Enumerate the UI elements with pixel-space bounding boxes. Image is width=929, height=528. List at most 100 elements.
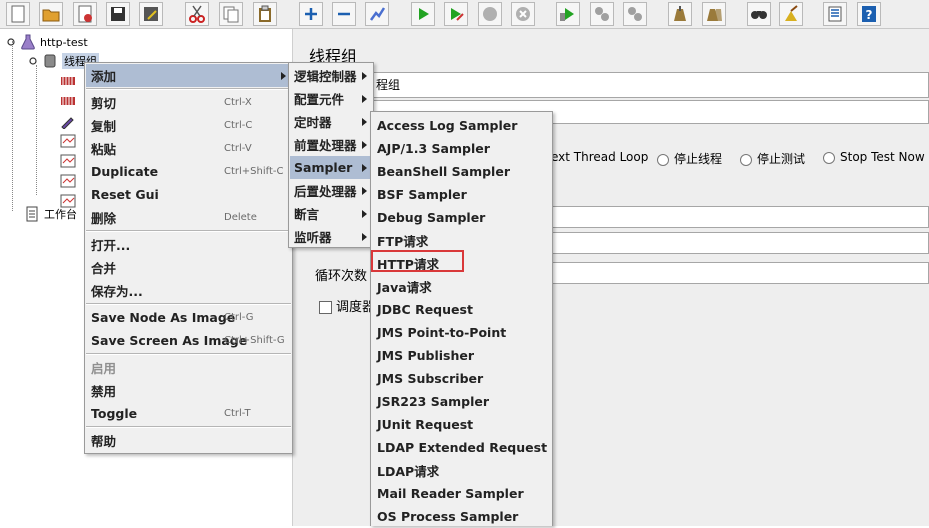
clear-button[interactable] (668, 2, 692, 26)
sampler-item[interactable]: LDAP请求 (372, 459, 551, 482)
sampler-item[interactable]: Mail Reader Sampler (372, 482, 551, 505)
tree-node-workbench[interactable]: 工作台 (24, 205, 77, 223)
sampler-item[interactable]: BSF Sampler (372, 183, 551, 206)
menu-item-label: JUnit Request (377, 417, 474, 432)
tree-node-child[interactable] (60, 112, 80, 130)
submenu-arrow-icon (362, 187, 367, 195)
context-menu-item[interactable]: 剪切 Ctrl-X (86, 91, 291, 114)
next-thread-loop-option[interactable]: ext Thread Loop (551, 150, 648, 164)
remote-stop-button[interactable] (590, 2, 614, 26)
sampler-item[interactable]: LDAP Extended Request (372, 436, 551, 459)
toggle-icon[interactable] (6, 34, 16, 50)
remote-start-button[interactable] (556, 2, 580, 26)
cut-button[interactable] (185, 2, 209, 26)
tree-node-root[interactable]: http-test (6, 33, 88, 51)
start-no-pause-button[interactable] (444, 2, 468, 26)
context-menu-item[interactable]: 删除 Delete (86, 206, 291, 229)
context-menu-item[interactable]: 添加 (86, 64, 291, 87)
sampler-item[interactable]: Debug Sampler (372, 206, 551, 229)
add-submenu-item[interactable]: 配置元件 (290, 87, 372, 110)
context-menu-item[interactable]: 复制 Ctrl-C (86, 114, 291, 137)
stop-test-option[interactable]: 停止测试 (740, 150, 805, 167)
checkbox-icon (319, 301, 332, 314)
sampler-item[interactable]: OS Process Sampler (372, 505, 551, 528)
tree-node-child[interactable] (60, 92, 80, 110)
toggle-button[interactable] (365, 2, 389, 26)
copy-button[interactable] (219, 2, 243, 26)
paste-icon (259, 5, 271, 22)
context-menu-item[interactable]: 保存为... (86, 279, 291, 302)
menu-separator (86, 353, 291, 355)
help-button[interactable]: ? (857, 2, 881, 26)
context-menu-item[interactable]: 合并 (86, 256, 291, 279)
expand-button[interactable] (299, 2, 323, 26)
save-as-button[interactable] (139, 2, 163, 26)
shutdown-button[interactable] (511, 2, 535, 26)
new-button[interactable] (6, 2, 30, 26)
context-menu-item[interactable]: 启用 (86, 356, 291, 379)
radio-icon (823, 151, 835, 164)
add-submenu-item[interactable]: 监听器 (290, 225, 372, 248)
paste-button[interactable] (253, 2, 277, 26)
sampler-item[interactable]: JDBC Request (372, 298, 551, 321)
context-menu-item[interactable]: Save Screen As Image Ctrl+Shift-G (86, 329, 291, 352)
sampler-item[interactable]: JMS Point-to-Point (372, 321, 551, 344)
add-submenu-item[interactable]: 后置处理器 (290, 179, 372, 202)
sampler-item[interactable]: Java请求 (372, 275, 551, 298)
save-as-icon (144, 7, 158, 21)
stop-test-now-option[interactable]: Stop Test Now (823, 150, 925, 164)
clear-icon (674, 6, 686, 21)
context-menu-item[interactable]: 粘贴 Ctrl-V (86, 137, 291, 160)
context-menu-item[interactable]: Toggle Ctrl-T (86, 402, 291, 425)
loop-count-field[interactable] (551, 262, 929, 284)
add-submenu-item[interactable]: Sampler (290, 156, 372, 179)
add-submenu-item[interactable]: 定时器 (290, 110, 372, 133)
context-menu-item[interactable]: 帮助 (86, 429, 291, 452)
stop-button[interactable] (478, 2, 502, 26)
save-button[interactable] (106, 2, 130, 26)
sampler-item[interactable]: BeanShell Sampler (372, 160, 551, 183)
sampler-item[interactable]: FTP请求 (372, 229, 551, 252)
start-icon (419, 8, 429, 20)
scheduler-checkbox[interactable]: 调度器 (319, 296, 375, 315)
add-submenu-item[interactable]: 前置处理器 (290, 133, 372, 156)
shutdown-icon (516, 7, 530, 21)
save-icon (111, 7, 125, 21)
context-menu-item[interactable]: 禁用 (86, 379, 291, 402)
toggle-icon[interactable] (28, 53, 38, 69)
function-helper-button[interactable] (823, 2, 847, 26)
context-menu-item[interactable]: Save Node As Image Ctrl-G (86, 306, 291, 329)
sampler-item[interactable]: AJP/1.3 Sampler (372, 137, 551, 160)
ramp-up-field[interactable] (551, 232, 929, 254)
tree-node-child[interactable] (60, 72, 80, 90)
sampler-item[interactable]: JUnit Request (372, 413, 551, 436)
sampler-item[interactable]: JMS Publisher (372, 344, 551, 367)
remote-shutdown-button[interactable] (623, 2, 647, 26)
expand-icon (305, 8, 317, 20)
search-button[interactable] (747, 2, 771, 26)
clear-all-button[interactable] (702, 2, 726, 26)
sampler-item[interactable]: JSR223 Sampler (372, 390, 551, 413)
add-submenu-item[interactable]: 逻辑控制器 (290, 64, 372, 87)
thread-count-field[interactable] (551, 206, 929, 228)
reset-search-button[interactable] (779, 2, 803, 26)
collapse-button[interactable] (332, 2, 356, 26)
open-button[interactable] (39, 2, 63, 26)
copy-icon (223, 6, 239, 23)
name-field[interactable]: 程组 (371, 72, 929, 98)
sampler-item[interactable]: JMS Subscriber (372, 367, 551, 390)
context-menu-item[interactable]: 打开... (86, 233, 291, 256)
context-menu-item[interactable]: Duplicate Ctrl+Shift-C (86, 160, 291, 183)
start-button[interactable] (411, 2, 435, 26)
templates-button[interactable] (73, 2, 97, 26)
option-label: Stop Test Now (840, 150, 925, 164)
menu-item-label: 启用 (91, 361, 117, 376)
tree-node-child[interactable] (60, 132, 80, 150)
tree-node-child[interactable] (60, 152, 80, 170)
stop-thread-option[interactable]: 停止线程 (657, 150, 722, 167)
add-submenu-item[interactable]: 断言 (290, 202, 372, 225)
tree-node-child[interactable] (60, 172, 80, 190)
sampler-item[interactable]: Access Log Sampler (372, 114, 551, 137)
listener-icon (60, 173, 76, 189)
context-menu-item[interactable]: Reset Gui (86, 183, 291, 206)
